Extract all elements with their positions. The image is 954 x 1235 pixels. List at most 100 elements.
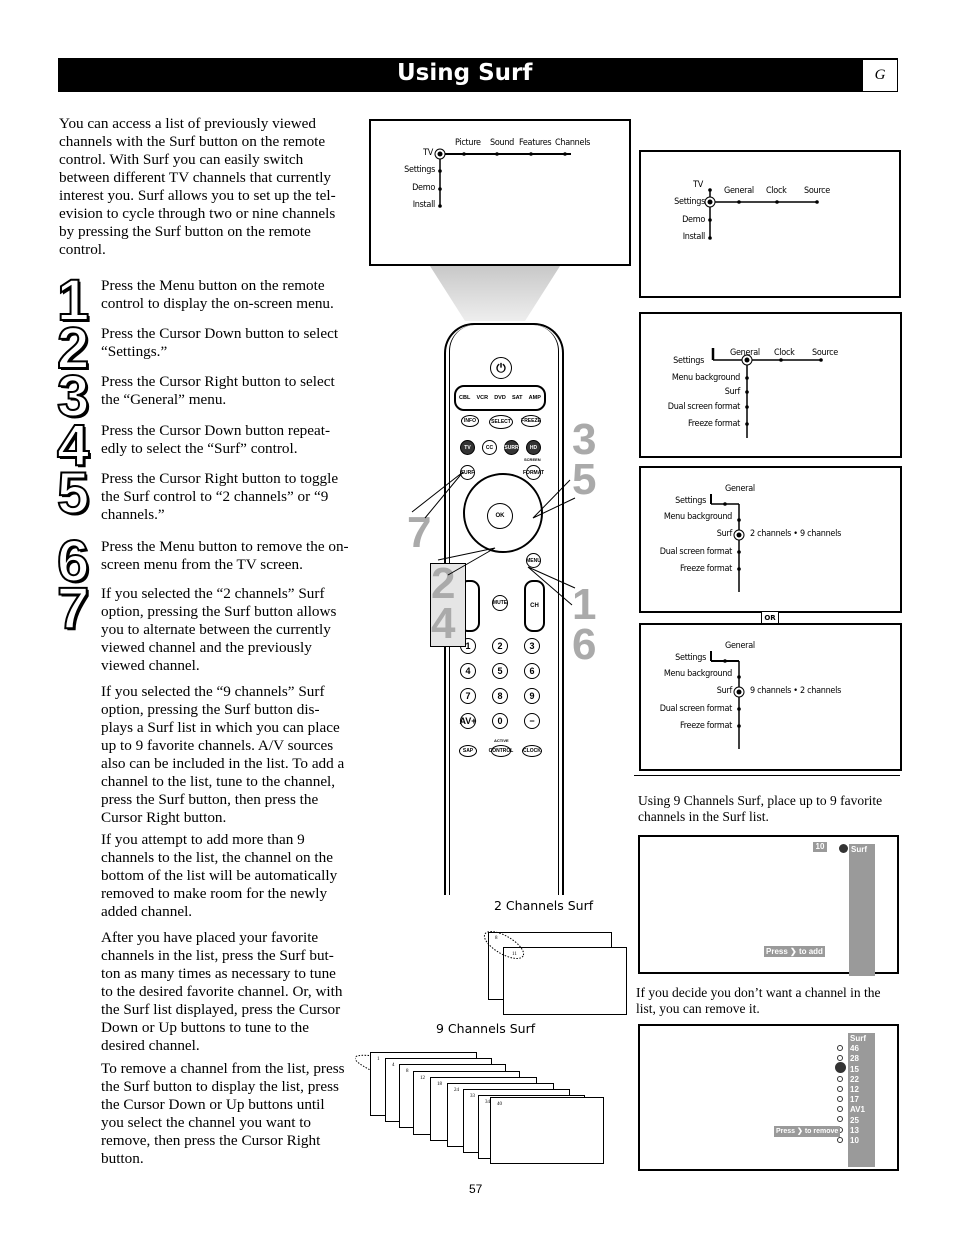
step-text: Press the Menu button to remove the on-s… bbox=[101, 538, 349, 573]
digit-button-7[interactable]: 7 bbox=[460, 688, 476, 704]
freeze-button[interactable]: FREEZE bbox=[521, 415, 541, 427]
source-selector: CBL VCR DVD SAT AMP bbox=[454, 385, 546, 411]
caption-add: Using 9 Channels Surf, place up to 9 fav… bbox=[638, 793, 883, 824]
surf-channel-item[interactable]: 12 bbox=[850, 1085, 873, 1095]
menu-item-menu-background: Menu background bbox=[663, 669, 732, 679]
surf-channel-item[interactable]: AV1 bbox=[850, 1105, 873, 1115]
source-dvd[interactable]: DVD bbox=[494, 395, 506, 401]
marker-icon bbox=[837, 1106, 843, 1113]
surf9-screen: 40 bbox=[490, 1097, 604, 1164]
menu-item-demo: Demo bbox=[412, 183, 435, 193]
digit-button-4[interactable]: 4 bbox=[460, 663, 476, 679]
menu-item-clock: Clock bbox=[774, 348, 795, 358]
active-control-button[interactable]: CONTROL bbox=[489, 745, 513, 757]
digit-button-5[interactable]: 5 bbox=[492, 663, 508, 679]
menu-screen-general: Settings General Clock Source Menu backg… bbox=[639, 312, 902, 458]
menu-item-general: General bbox=[725, 641, 755, 651]
menu-item-channels: Channels bbox=[555, 138, 591, 148]
surf-channel-item[interactable]: 46 bbox=[850, 1044, 873, 1054]
source-cbl[interactable]: CBL bbox=[459, 395, 470, 401]
menu-item-dual-screen: Dual screen format bbox=[659, 704, 733, 714]
step-text: Press the Cursor Right button to toggle … bbox=[101, 470, 339, 523]
manual-page: Using Surf G You can access a list of pr… bbox=[0, 0, 954, 1235]
digit-button-6[interactable]: 6 bbox=[524, 663, 540, 679]
menu-item-general: General bbox=[725, 484, 755, 494]
surf-channel-item[interactable]: 13 bbox=[850, 1126, 873, 1136]
sap-button[interactable]: SAP bbox=[459, 745, 477, 757]
surf-channel-list: 46 28 15 22 12 17 AV1 25 13 10 bbox=[850, 1044, 873, 1146]
menu-item-freeze: Freeze format bbox=[680, 721, 732, 731]
marker-icon bbox=[837, 1116, 843, 1123]
channel-number: 10 bbox=[813, 842, 827, 852]
source-sat[interactable]: SAT bbox=[512, 395, 523, 401]
menu-item-source: Source bbox=[812, 348, 838, 358]
menu-item-menu-background: Menu background bbox=[671, 373, 740, 383]
surf-channel-item[interactable]: 17 bbox=[850, 1095, 873, 1105]
menu-tree-lines bbox=[704, 188, 819, 240]
surf-add-screen: 10 Surf Press ❯ to add bbox=[638, 835, 899, 976]
digit-button-11[interactable]: 0 bbox=[492, 713, 508, 729]
surf-channel-item[interactable]: 25 bbox=[850, 1116, 873, 1126]
menu-screen-settings: TV Settings Demo Install General Clock S… bbox=[639, 150, 901, 298]
digit-button-2[interactable]: 2 bbox=[492, 638, 508, 654]
menu-screen-main: TV Settings Demo Install Picture Sound F… bbox=[369, 119, 631, 266]
menu-tree-lines bbox=[710, 651, 745, 749]
menu-item-dual-screen: Dual screen format bbox=[667, 402, 741, 412]
select-button[interactable]: SELECT bbox=[489, 415, 513, 429]
surf9-label: 9 Channels Surf bbox=[436, 1021, 536, 1036]
menu-item-settings: Settings bbox=[674, 197, 705, 207]
surf-list-title: Surf bbox=[851, 845, 867, 854]
menu-item-surf: Surf bbox=[716, 686, 733, 696]
channel-label: 4 bbox=[392, 1063, 395, 1068]
menu-tree-lines bbox=[711, 348, 823, 438]
source-amp[interactable]: AMP bbox=[529, 395, 541, 401]
menu-item-picture: Picture bbox=[455, 138, 481, 148]
clock-button[interactable]: CLOCK bbox=[522, 745, 542, 757]
menu-item-features: Features bbox=[519, 138, 552, 148]
menu-item-settings: Settings bbox=[675, 496, 706, 506]
digit-button-3[interactable]: 3 bbox=[524, 638, 540, 654]
active-label: ACTIVE bbox=[494, 738, 509, 743]
page-number: 57 bbox=[469, 1182, 483, 1196]
menu-item-settings: Settings bbox=[404, 165, 435, 175]
marker-icon bbox=[837, 1055, 843, 1062]
marker-icon bbox=[837, 1075, 843, 1082]
digit-button-8[interactable]: 8 bbox=[492, 688, 508, 704]
channel-label: 12 bbox=[420, 1076, 425, 1081]
surf-channel-item[interactable]: 22 bbox=[850, 1075, 873, 1085]
menu-item-general: General bbox=[730, 348, 760, 358]
page-title: Using Surf bbox=[397, 60, 533, 86]
info-button[interactable]: INFO bbox=[461, 415, 479, 427]
step-number: 7 bbox=[56, 576, 90, 641]
menu-item-demo: Demo bbox=[682, 215, 705, 225]
menu-tree-lines bbox=[710, 494, 745, 592]
callout-lines bbox=[411, 471, 576, 606]
marker-icon bbox=[837, 1085, 843, 1092]
menu-item-freeze: Freeze format bbox=[680, 564, 732, 574]
add-prompt: Press ❯ to add bbox=[764, 946, 825, 957]
digit-button-12[interactable]: − bbox=[524, 713, 540, 729]
step-text: Press the Cursor Down button repeat-edly… bbox=[101, 422, 331, 457]
surf-channel-item[interactable]: 28 bbox=[850, 1054, 873, 1064]
source-vcr[interactable]: VCR bbox=[476, 395, 488, 401]
surf-channel-item[interactable]: 15 bbox=[850, 1065, 873, 1075]
remove-prompt: Press ❯ to remove bbox=[774, 1126, 841, 1137]
surf-value: 9 channels • 2 channels bbox=[750, 686, 841, 696]
selected-cursor-icon bbox=[835, 1062, 846, 1074]
section-letter: G bbox=[862, 59, 898, 92]
menu-screen-surf-9: General Settings Menu background Surf 9 … bbox=[639, 623, 902, 771]
digit-button-10[interactable]: AV+ bbox=[459, 713, 477, 729]
menu-item-general: General bbox=[724, 186, 754, 196]
power-icon[interactable]: ⏻ bbox=[490, 357, 512, 379]
digit-button-9[interactable]: 9 bbox=[524, 688, 540, 704]
paragraph: If you attempt to add more than 9 channe… bbox=[101, 831, 338, 920]
divider bbox=[634, 775, 900, 776]
menu-item-sound: Sound bbox=[490, 138, 515, 148]
step-text: Press the Menu button on the remote cont… bbox=[101, 277, 334, 312]
step-text: If you selected the “2 channels” Surf op… bbox=[101, 585, 337, 674]
menu-item-dual-screen: Dual screen format bbox=[659, 547, 733, 557]
surf2-cycle-ellipse bbox=[483, 931, 525, 959]
surf-channel-item[interactable]: 10 bbox=[850, 1136, 873, 1146]
menu-item-surf: Surf bbox=[716, 529, 733, 539]
menu-screen-surf-2: General Settings Menu background Surf 2 … bbox=[639, 466, 902, 613]
